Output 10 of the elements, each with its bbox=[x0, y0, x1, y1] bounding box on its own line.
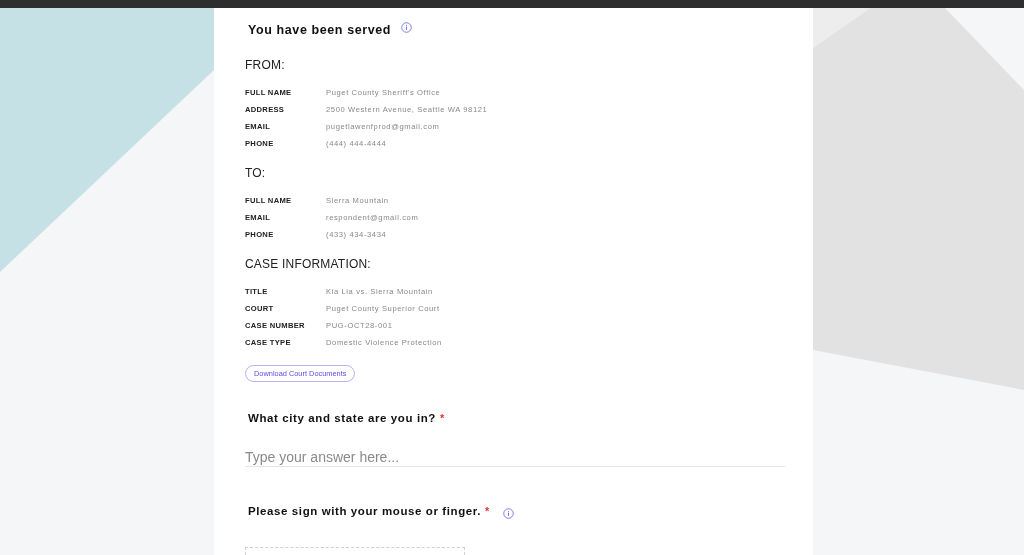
info-icon[interactable] bbox=[503, 508, 515, 519]
info-icon[interactable] bbox=[401, 22, 413, 33]
question-label: What city and state are you in? bbox=[248, 412, 436, 424]
required-mark: * bbox=[439, 412, 445, 424]
section-heading: CASE INFORMATION: bbox=[245, 257, 372, 271]
section-heading: TO: bbox=[245, 166, 267, 180]
section-heading: FROM: bbox=[245, 58, 286, 72]
question-label: Please sign with your mouse or finger. bbox=[248, 505, 482, 517]
form-title: You have been served bbox=[248, 23, 392, 37]
required-mark: * bbox=[485, 505, 490, 517]
